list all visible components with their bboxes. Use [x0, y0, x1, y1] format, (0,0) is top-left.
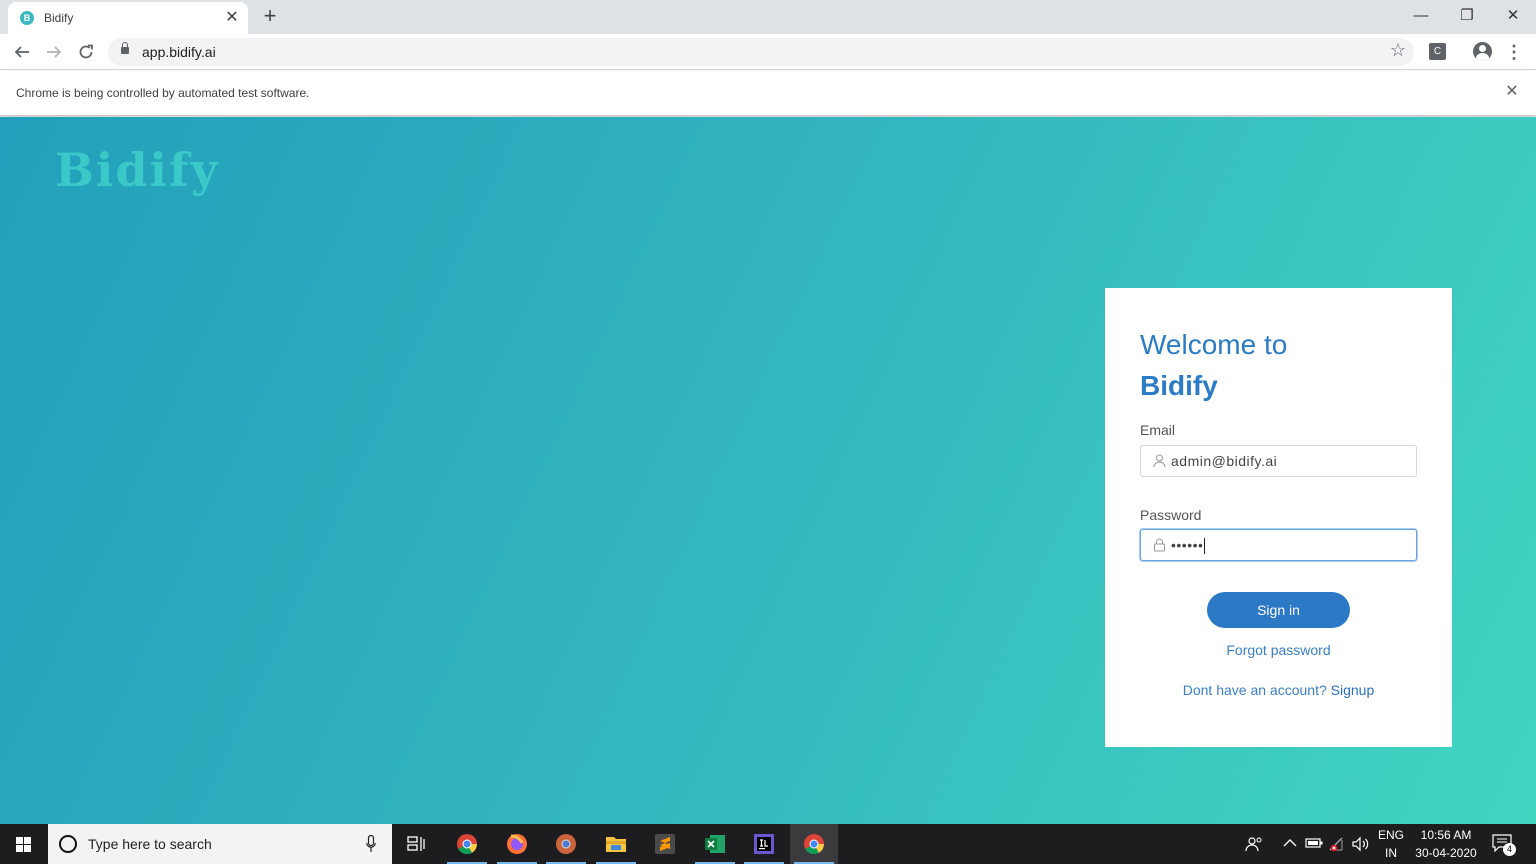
chrome-dev-icon [556, 834, 576, 854]
minimize-button[interactable]: — [1398, 0, 1444, 32]
tab-title: Bidify [44, 11, 74, 25]
taskbar-file-explorer[interactable] [592, 824, 640, 864]
clock-time[interactable]: 10:56 AM [1410, 828, 1482, 842]
welcome-heading: Welcome to [1140, 329, 1288, 360]
password-value-wrapper: •••••• [1171, 537, 1206, 555]
automation-infobar: Chrome is being controlled by automated … [0, 71, 1536, 116]
speaker-icon[interactable] [1351, 836, 1371, 852]
taskbar-chrome[interactable] [443, 824, 491, 864]
profile-avatar-icon[interactable] [1473, 42, 1492, 61]
network-disconnected-icon[interactable] [1328, 836, 1346, 852]
taskbar-search-placeholder: Type here to search [88, 836, 212, 852]
browser-tab-strip: B Bidify ✕ + — ❐ ✕ [0, 0, 1536, 34]
back-button[interactable] [8, 38, 36, 66]
welcome-brand-heading: Bidify [1140, 370, 1218, 401]
region-indicator[interactable]: IN [1375, 846, 1407, 860]
taskbar-firefox[interactable] [493, 824, 541, 864]
reload-icon [79, 44, 93, 59]
infobar-close-icon[interactable]: ✕ [1502, 82, 1522, 102]
arrow-left-icon [14, 46, 29, 58]
firefox-icon [507, 834, 527, 854]
folder-icon [606, 837, 626, 852]
password-label: Password [1140, 507, 1202, 523]
people-icon[interactable] [1245, 836, 1263, 852]
notification-count-badge: 4 [1503, 843, 1516, 856]
extension-icon[interactable]: C [1429, 43, 1446, 60]
chrome-menu-icon[interactable]: ⋮ [1504, 39, 1524, 65]
password-field[interactable]: •••••• [1140, 529, 1417, 561]
restore-button[interactable]: ❐ [1444, 0, 1490, 32]
sign-in-button[interactable]: Sign in [1207, 592, 1350, 628]
login-page: Bidify Welcome to Bidify Email admin@bid… [0, 117, 1536, 824]
windows-start-button[interactable] [0, 824, 48, 864]
infobar-message: Chrome is being controlled by automated … [16, 86, 310, 100]
microphone-icon[interactable] [366, 835, 376, 853]
taskbar-sublime-text[interactable] [641, 824, 689, 864]
email-label: Email [1140, 422, 1176, 438]
forward-button[interactable] [40, 38, 68, 66]
browser-toolbar: app.bidify.ai ☆ C ⋮ [0, 34, 1536, 70]
tab-close-icon[interactable]: ✕ [222, 8, 242, 28]
chrome-icon [804, 834, 824, 855]
address-bar[interactable]: app.bidify.ai ☆ [108, 38, 1414, 66]
arrow-right-icon [47, 46, 62, 58]
cortana-icon [59, 835, 77, 853]
battery-icon[interactable] [1305, 837, 1323, 849]
text-caret [1204, 538, 1206, 555]
signup-link[interactable]: Signup [1331, 682, 1375, 698]
password-value: •••••• [1171, 537, 1204, 553]
forgot-password-link: Forgot password [1105, 642, 1452, 658]
new-tab-button[interactable]: + [258, 5, 282, 29]
language-indicator[interactable]: ENG [1375, 828, 1407, 842]
bidify-logo: Bidify [55, 143, 220, 197]
signup-prompt-text: Dont have an account? [1182, 682, 1331, 698]
intellij-icon [754, 834, 774, 854]
forgot-password-text[interactable]: Forgot password [1226, 642, 1330, 658]
reload-button[interactable] [72, 38, 100, 66]
signup-prompt: Dont have an account? Signup [1105, 682, 1452, 698]
email-value: admin@bidify.ai [1171, 453, 1278, 469]
taskbar-intellij[interactable] [740, 824, 788, 864]
clock-date[interactable]: 30-04-2020 [1410, 846, 1482, 860]
user-icon [1153, 454, 1166, 468]
taskbar-search-box[interactable]: Type here to search [48, 824, 392, 864]
url-text[interactable]: app.bidify.ai [142, 44, 216, 60]
bookmark-star-icon[interactable]: ☆ [1390, 40, 1406, 61]
browser-tab-bidify[interactable]: B Bidify ✕ [8, 2, 248, 34]
close-window-button[interactable]: ✕ [1490, 0, 1536, 32]
email-field[interactable]: admin@bidify.ai [1140, 445, 1417, 477]
action-center-button[interactable]: 4 [1492, 834, 1518, 856]
bidify-favicon-icon: B [20, 11, 34, 25]
taskbar-chrome-dev[interactable] [542, 824, 590, 864]
excel-icon [705, 835, 725, 853]
task-view-icon [407, 836, 425, 851]
lock-icon [1154, 538, 1165, 552]
windows-taskbar: Type here to search ENG IN 10:56 AM 30-0… [0, 824, 1536, 864]
lock-icon [121, 42, 129, 54]
taskbar-chrome-active[interactable] [790, 824, 838, 864]
task-view-button[interactable] [392, 824, 440, 864]
login-card: Welcome to Bidify Email admin@bidify.ai … [1105, 288, 1452, 747]
chevron-up-icon[interactable] [1283, 838, 1297, 848]
chrome-icon [457, 834, 477, 855]
taskbar-excel[interactable] [691, 824, 739, 864]
sublime-text-icon [655, 834, 675, 854]
